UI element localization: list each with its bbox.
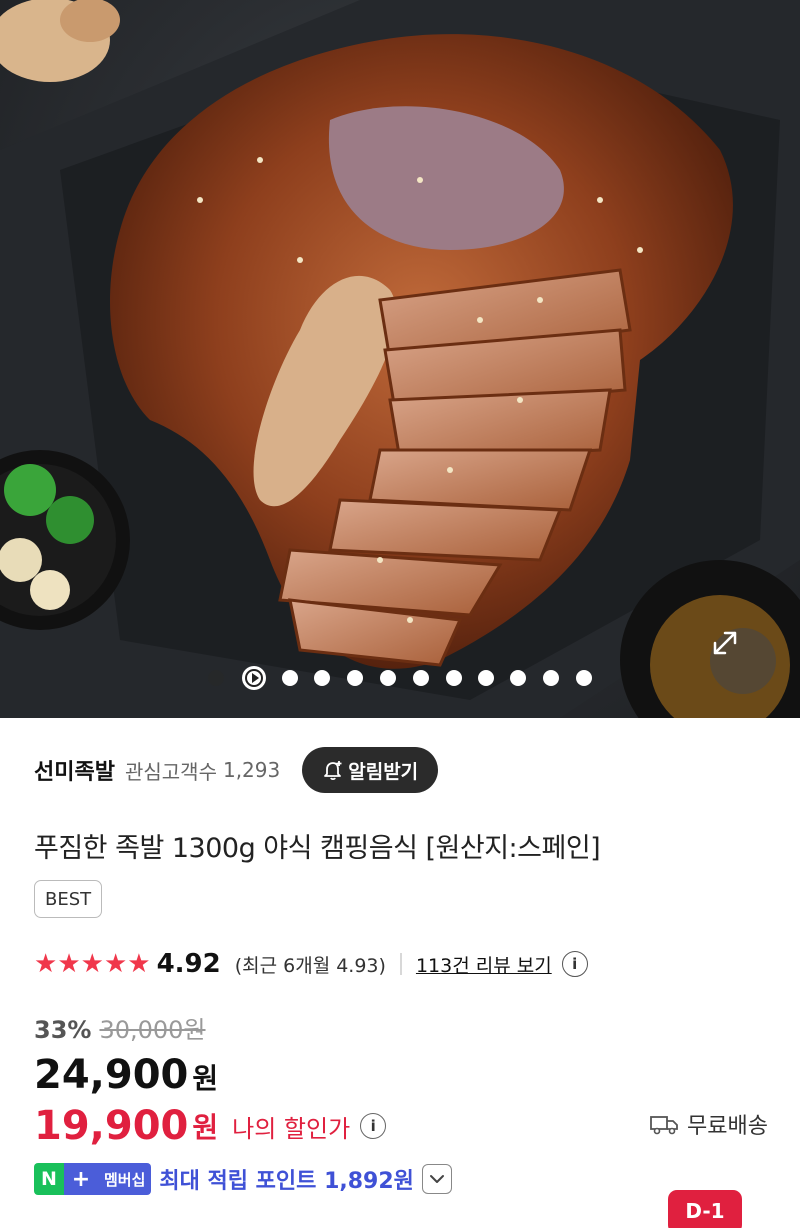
gallery-dot[interactable] — [510, 670, 526, 686]
my-discount-price: 19,900 — [34, 1103, 189, 1149]
sale-price: 24,900 — [34, 1052, 189, 1098]
gallery-pagination — [0, 664, 800, 692]
gallery-dot[interactable] — [413, 670, 429, 686]
gallery-dot[interactable] — [314, 670, 330, 686]
free-shipping: 무료배송 — [649, 1108, 768, 1140]
my-price-row: 19,900 원 나의 할인가 i — [34, 1102, 387, 1150]
divider — [399, 953, 402, 975]
info-icon[interactable]: i — [561, 951, 588, 977]
review-link[interactable]: 113건 리뷰 보기 — [416, 951, 552, 978]
gallery-dot[interactable] — [208, 670, 224, 686]
plus-icon: + — [64, 1163, 98, 1195]
gallery-dot[interactable] — [347, 670, 363, 686]
max-points: 최대 적립 포인트 1,892원 — [159, 1169, 414, 1194]
naver-plus-membership-badge: N + 멤버십 — [34, 1163, 152, 1195]
product-title: 푸짐한 족발 1300g 야식 캠핑음식 [원산지:스페인] — [34, 833, 601, 864]
chevron-down-icon[interactable] — [421, 1164, 452, 1194]
alert-button-label: 알림받기 — [348, 760, 419, 783]
expand-icon[interactable] — [710, 628, 776, 694]
recent-rating: (최근 6개월 4.93) — [234, 954, 386, 977]
sale-price-unit: 원 — [192, 1062, 219, 1095]
truck-icon — [650, 1116, 678, 1135]
rating-score: 4.92 — [156, 949, 221, 979]
naver-n-logo: N — [34, 1163, 64, 1195]
dday-badge: D-1 — [668, 1190, 742, 1228]
followers-label: 관심고객수 — [124, 759, 217, 784]
gallery-dot[interactable] — [380, 670, 396, 686]
gallery-dot[interactable] — [576, 670, 592, 686]
discount-rate: 33% — [34, 1016, 92, 1044]
seller-name[interactable]: 선미족발 — [34, 754, 115, 786]
best-badge: BEST — [34, 880, 103, 918]
star-rating: ★ ★ ★ ★ ★ — [34, 951, 151, 977]
info-icon[interactable]: i — [360, 1113, 387, 1139]
gallery-dot[interactable] — [543, 670, 559, 686]
gallery-dot[interactable] — [282, 670, 298, 686]
original-price: 30,000원 — [99, 1016, 206, 1044]
followers-count: 1,293 — [222, 758, 281, 782]
star-icon: ★ — [34, 949, 58, 979]
seller-row: 선미족발 관심고객수 1,293 알림받기 — [34, 747, 439, 793]
video-play-icon[interactable] — [242, 666, 266, 690]
star-icon: ★ — [127, 949, 151, 979]
membership-tag: 멤버십 — [98, 1163, 152, 1195]
my-price-label: 나의 할인가 — [232, 1114, 351, 1143]
star-icon: ★ — [80, 949, 104, 979]
sale-price-row: 24,900 원 — [34, 1052, 218, 1098]
free-shipping-label: 무료배송 — [687, 1114, 768, 1139]
star-icon: ★ — [103, 949, 128, 979]
alert-subscribe-button[interactable]: 알림받기 — [302, 747, 439, 793]
gallery-dot[interactable] — [478, 670, 494, 686]
star-icon: ★ — [57, 949, 81, 979]
membership-row[interactable]: N + 멤버십 최대 적립 포인트 1,892원 — [34, 1162, 452, 1196]
rating-row: ★ ★ ★ ★ ★ 4.92 (최근 6개월 4.93) 113건 리뷰 보기 … — [34, 944, 588, 984]
my-price-unit: 원 — [192, 1111, 219, 1144]
discount-row: 33% 30,000원 — [34, 1010, 206, 1045]
product-photo — [0, 0, 800, 718]
gallery-dot[interactable] — [446, 670, 462, 686]
bell-plus-icon — [324, 761, 342, 781]
product-image-gallery[interactable] — [0, 0, 800, 718]
